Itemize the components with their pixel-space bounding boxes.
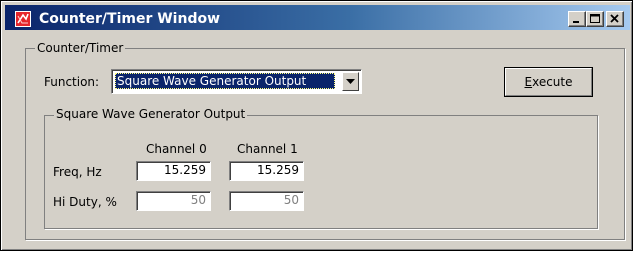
freq-channel-0-input[interactable]: 15.259 — [136, 161, 211, 181]
execute-mnemonic: E — [524, 75, 533, 89]
counter-timer-window: Counter/Timer Window Counter/Timer Funct… — [0, 0, 633, 251]
channel-1-header: Channel 1 — [237, 142, 298, 156]
execute-button[interactable]: Execute — [504, 67, 593, 97]
chevron-down-icon — [346, 79, 355, 84]
square-wave-group — [44, 115, 598, 229]
duty-label: Hi Duty, % — [53, 195, 117, 209]
freq-channel-1-input[interactable]: 15.259 — [229, 161, 304, 181]
function-dropdown[interactable]: Square Wave Generator Output — [111, 69, 362, 94]
maximize-button[interactable] — [586, 11, 604, 27]
dropdown-arrow-button[interactable] — [342, 72, 359, 91]
duty-channel-1-input[interactable]: 50 — [229, 191, 304, 211]
execute-label: xecute — [532, 75, 573, 89]
close-button[interactable] — [606, 11, 624, 27]
freq-label: Freq, Hz — [53, 165, 102, 179]
window-title: Counter/Timer Window — [39, 11, 221, 27]
channel-0-header: Channel 0 — [146, 142, 207, 156]
square-wave-group-label: Square Wave Generator Output — [54, 107, 248, 121]
counter-timer-group-label: Counter/Timer — [35, 41, 126, 55]
function-dropdown-value: Square Wave Generator Output — [115, 73, 335, 89]
app-icon[interactable] — [15, 11, 31, 27]
function-label: Function: — [44, 75, 100, 89]
duty-channel-0-input[interactable]: 50 — [136, 191, 211, 211]
minimize-button[interactable] — [568, 11, 586, 27]
